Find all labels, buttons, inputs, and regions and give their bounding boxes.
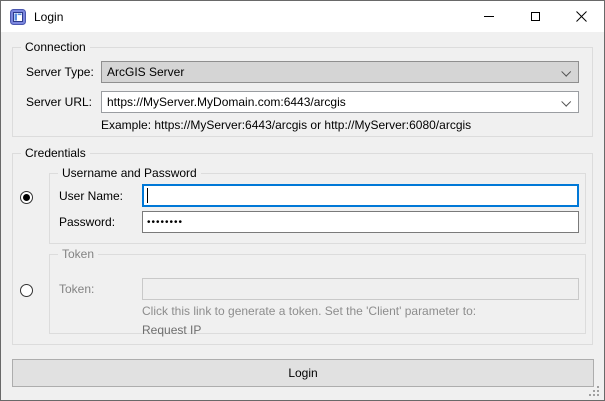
text-caret xyxy=(147,188,148,203)
chevron-down-icon xyxy=(561,97,571,107)
credentials-groupbox-label: Credentials xyxy=(21,146,90,161)
maximize-icon xyxy=(531,12,540,21)
username-password-radio[interactable] xyxy=(20,191,33,204)
window-title: Login xyxy=(34,10,63,24)
server-url-example-text: Example: https://MyServer:6443/arcgis or… xyxy=(101,118,471,132)
server-url-combobox[interactable]: https://MyServer.MyDomain.com:6443/arcgi… xyxy=(101,91,579,113)
server-url-value: https://MyServer.MyDomain.com:6443/arcgi… xyxy=(107,95,346,109)
server-type-label: Server Type: xyxy=(26,61,94,83)
token-label: Token: xyxy=(59,278,94,300)
login-dialog: Login Connection Server Type: ArcGIS Ser… xyxy=(0,0,605,401)
token-groupbox-label: Token xyxy=(58,247,98,262)
login-button[interactable]: Login xyxy=(12,359,594,387)
user-name-label: User Name: xyxy=(59,185,123,207)
maximize-button[interactable] xyxy=(512,1,558,31)
resize-grip-icon[interactable] xyxy=(589,386,600,397)
caption-buttons xyxy=(466,1,604,31)
user-name-input[interactable] xyxy=(142,184,579,207)
minimize-button[interactable] xyxy=(466,1,512,31)
request-ip-link[interactable]: Request IP xyxy=(142,323,201,337)
token-radio[interactable] xyxy=(20,284,33,297)
form-window-icon xyxy=(10,9,26,25)
chevron-down-icon xyxy=(561,67,571,77)
password-input[interactable] xyxy=(142,211,579,233)
token-help-text: Click this link to generate a token. Set… xyxy=(142,304,476,318)
password-label: Password: xyxy=(59,211,115,233)
token-input[interactable] xyxy=(142,278,579,300)
close-icon xyxy=(576,11,587,22)
titlebar: Login xyxy=(1,1,604,32)
server-url-label: Server URL: xyxy=(26,91,92,113)
connection-groupbox-label: Connection xyxy=(21,40,90,55)
username-password-groupbox-label: Username and Password xyxy=(58,166,201,181)
server-type-dropdown[interactable]: ArcGIS Server xyxy=(101,61,579,83)
server-type-value: ArcGIS Server xyxy=(107,65,184,79)
close-button[interactable] xyxy=(558,1,604,31)
minimize-icon xyxy=(484,16,494,17)
